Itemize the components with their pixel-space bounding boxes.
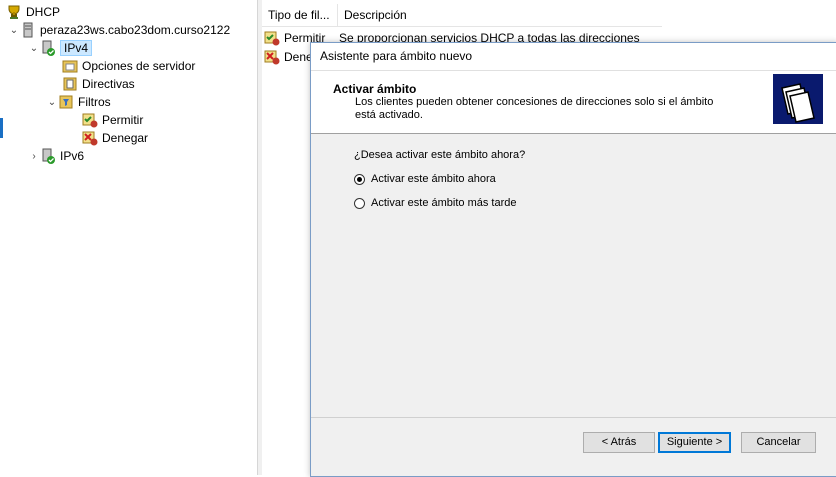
tree-label-policies: Directivas [82, 77, 135, 91]
list-header: Tipo de fil... Descripción [262, 4, 662, 27]
list-row[interactable]: Dene [264, 47, 313, 67]
chevron-right-icon[interactable]: › [28, 150, 40, 162]
chevron-down-icon[interactable]: ⌄ [28, 42, 40, 54]
wizard-step-title: Activar ámbito [333, 82, 417, 96]
chevron-down-icon[interactable]: ⌄ [8, 24, 20, 36]
tree-label-server: peraza23ws.cabo23dom.curso2122 [40, 23, 231, 37]
dhcp-trophy-icon [6, 4, 22, 20]
tree-item-deny[interactable]: Denegar [82, 129, 148, 147]
wizard-footer: < Atrás Siguiente > Cancelar [311, 417, 836, 477]
tree-item-server[interactable]: ⌄ peraza23ws.cabo23dom.curso2122 [8, 21, 230, 39]
column-header-description[interactable]: Descripción [338, 4, 644, 26]
dialog-title[interactable]: Asistente para ámbito nuevo [311, 43, 836, 71]
tree-label-ipv4: IPv4 [60, 40, 93, 56]
filter-icon [58, 94, 74, 110]
folder-options-icon [62, 58, 78, 74]
policy-icon [62, 76, 78, 92]
ipv4-server-icon [40, 40, 56, 56]
wizard-step-subtitle: Los clientes pueden obtener concesiones … [355, 96, 714, 121]
activate-question: ¿Desea activar este ámbito ahora? [354, 149, 526, 161]
radio-activate-now[interactable] [354, 173, 365, 185]
option-activate-now-label: Activar este ámbito ahora [371, 173, 496, 185]
allow-filter-icon [82, 112, 98, 128]
ipv6-server-icon [40, 148, 56, 164]
tree-item-allow[interactable]: Permitir [82, 111, 143, 129]
deny-filter-icon [82, 130, 98, 146]
tree-item-ipv6[interactable]: › IPv6 [28, 147, 84, 165]
tree-item-server-options[interactable]: Opciones de servidor [62, 57, 195, 75]
server-icon [20, 22, 36, 38]
tree-label-server-options: Opciones de servidor [82, 59, 196, 73]
back-button[interactable]: < Atrás [583, 432, 655, 453]
pane-accent [0, 118, 3, 138]
option-activate-later-label: Activar este ámbito más tarde [371, 197, 517, 209]
wizard-body: ¿Desea activar este ámbito ahora? Activa… [311, 134, 836, 416]
allow-filter-icon [264, 30, 280, 46]
tree-label-ipv6: IPv6 [60, 149, 85, 163]
cancel-button[interactable]: Cancelar [741, 432, 816, 453]
console-tree: DHCP ⌄ peraza23ws.cabo23dom.curso2122 ⌄ … [0, 0, 258, 475]
next-button[interactable]: Siguiente > [658, 432, 731, 453]
option-activate-later[interactable]: Activar este ámbito más tarde [354, 197, 517, 209]
tree-item-policies[interactable]: Directivas [62, 75, 135, 93]
deny-filter-icon [264, 49, 280, 65]
wizard-folders-icon [773, 74, 823, 124]
tree-label-filters: Filtros [78, 95, 111, 109]
tree-label-dhcp: DHCP [26, 5, 61, 19]
tree-item-ipv4[interactable]: ⌄ IPv4 [28, 39, 93, 57]
tree-label-allow: Permitir [102, 113, 144, 127]
tree-item-dhcp[interactable]: DHCP [6, 3, 60, 21]
column-header-type[interactable]: Tipo de fil... [262, 4, 338, 26]
option-activate-now[interactable]: Activar este ámbito ahora [354, 173, 496, 185]
wizard-header: Activar ámbito Los clientes pueden obten… [311, 71, 836, 134]
tree-item-filters[interactable]: ⌄ Filtros [46, 93, 111, 111]
tree-label-deny: Denegar [102, 131, 149, 145]
chevron-down-icon[interactable]: ⌄ [46, 96, 58, 108]
new-scope-wizard-dialog: Asistente para ámbito nuevo Activar ámbi… [310, 42, 836, 477]
radio-activate-later[interactable] [354, 197, 365, 209]
row-type: Dene [284, 50, 313, 64]
